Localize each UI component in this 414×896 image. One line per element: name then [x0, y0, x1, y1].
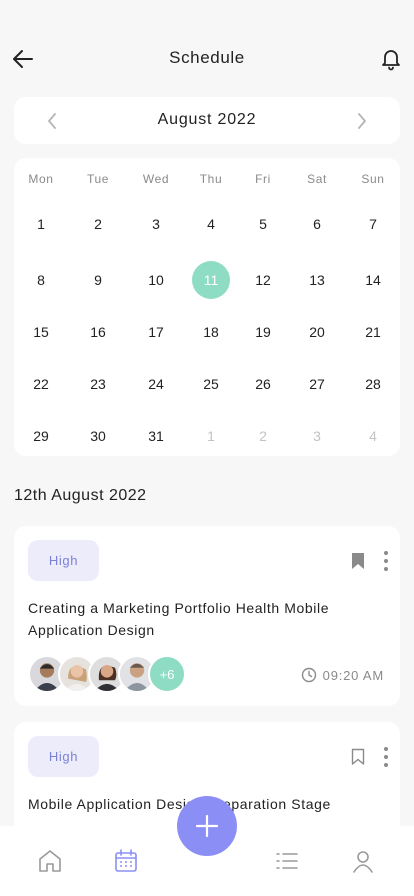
- bookmark-outline-icon[interactable]: [350, 748, 366, 766]
- task-time-label: 09:20 AM: [322, 667, 384, 683]
- calendar-day[interactable]: 22: [22, 365, 60, 403]
- calendar-day[interactable]: 25: [192, 365, 230, 403]
- weekday-label: Sun: [361, 172, 385, 186]
- calendar-day[interactable]: 11: [192, 261, 230, 299]
- calendar-day[interactable]: 18: [192, 313, 230, 351]
- calendar-day[interactable]: 19: [244, 313, 282, 351]
- weekday-label: Fri: [255, 172, 271, 186]
- profile-icon[interactable]: [350, 848, 376, 874]
- calendar-icon[interactable]: [113, 848, 139, 874]
- calendar-day[interactable]: 15: [22, 313, 60, 351]
- header: Schedule: [0, 36, 414, 80]
- calendar-day[interactable]: 14: [354, 261, 392, 299]
- calendar-day[interactable]: 30: [79, 417, 117, 455]
- schedule-date-heading: 12th August 2022: [14, 487, 147, 504]
- list-icon[interactable]: [274, 848, 300, 874]
- plus-icon: [195, 814, 219, 838]
- calendar-day[interactable]: 29: [22, 417, 60, 455]
- priority-badge: High: [28, 736, 99, 777]
- calendar-day[interactable]: 8: [22, 261, 60, 299]
- weekday-label: Tue: [86, 172, 110, 186]
- add-task-button[interactable]: [177, 796, 237, 856]
- calendar-day-other-month[interactable]: 4: [354, 417, 392, 455]
- month-label: August 2022: [157, 111, 257, 128]
- calendar-day[interactable]: 6: [298, 205, 336, 243]
- calendar-day[interactable]: 24: [137, 365, 175, 403]
- calendar-day[interactable]: 16: [79, 313, 117, 351]
- task-card[interactable]: High Creating a Marketing Portfolio Heal…: [14, 526, 400, 706]
- task-title: Creating a Marketing Portfolio Health Mo…: [28, 600, 330, 638]
- calendar-day[interactable]: 23: [79, 365, 117, 403]
- calendar-day[interactable]: 1: [22, 205, 60, 243]
- clock-icon: [301, 667, 316, 683]
- calendar-day[interactable]: 7: [354, 205, 392, 243]
- calendar-day-other-month[interactable]: 2: [244, 417, 282, 455]
- bell-icon[interactable]: [379, 46, 403, 72]
- more-vertical-icon[interactable]: [382, 550, 390, 572]
- page-title: Schedule: [169, 48, 245, 67]
- more-members-badge: +6: [148, 655, 186, 693]
- calendar-day[interactable]: 28: [354, 365, 392, 403]
- calendar-day[interactable]: 20: [298, 313, 336, 351]
- bookmark-filled-icon[interactable]: [350, 552, 366, 570]
- calendar-day[interactable]: 3: [137, 205, 175, 243]
- calendar-day-other-month[interactable]: 1: [192, 417, 230, 455]
- home-icon[interactable]: [37, 848, 63, 874]
- member-avatars[interactable]: +6: [28, 655, 228, 693]
- calendar-day[interactable]: 26: [244, 365, 282, 403]
- calendar-day[interactable]: 21: [354, 313, 392, 351]
- calendar-day[interactable]: 9: [79, 261, 117, 299]
- calendar-day-other-month[interactable]: 3: [298, 417, 336, 455]
- calendar-day[interactable]: 13: [298, 261, 336, 299]
- calendar-day[interactable]: 2: [79, 205, 117, 243]
- calendar-day[interactable]: 27: [298, 365, 336, 403]
- weekday-label: Mon: [28, 172, 54, 186]
- calendar-day[interactable]: 5: [244, 205, 282, 243]
- calendar-grid: Mon Tue Wed Thu Fri Sat Sun 1 2 3 4 5 6 7 8 9 10 11 12 13 14…: [14, 158, 400, 456]
- calendar-day[interactable]: 17: [137, 313, 175, 351]
- month-selector: August 2022: [14, 97, 400, 144]
- chevron-right-icon[interactable]: [354, 111, 370, 131]
- calendar-day[interactable]: 12: [244, 261, 282, 299]
- calendar-day[interactable]: 10: [137, 261, 175, 299]
- task-time: 09:20 AM: [301, 666, 384, 684]
- more-vertical-icon[interactable]: [382, 746, 390, 768]
- weekday-label: Sat: [307, 172, 327, 186]
- calendar-day[interactable]: 31: [137, 417, 175, 455]
- weekday-label: Wed: [142, 172, 170, 186]
- calendar-day[interactable]: 4: [192, 205, 230, 243]
- weekday-label: Thu: [199, 172, 223, 186]
- priority-badge: High: [28, 540, 99, 581]
